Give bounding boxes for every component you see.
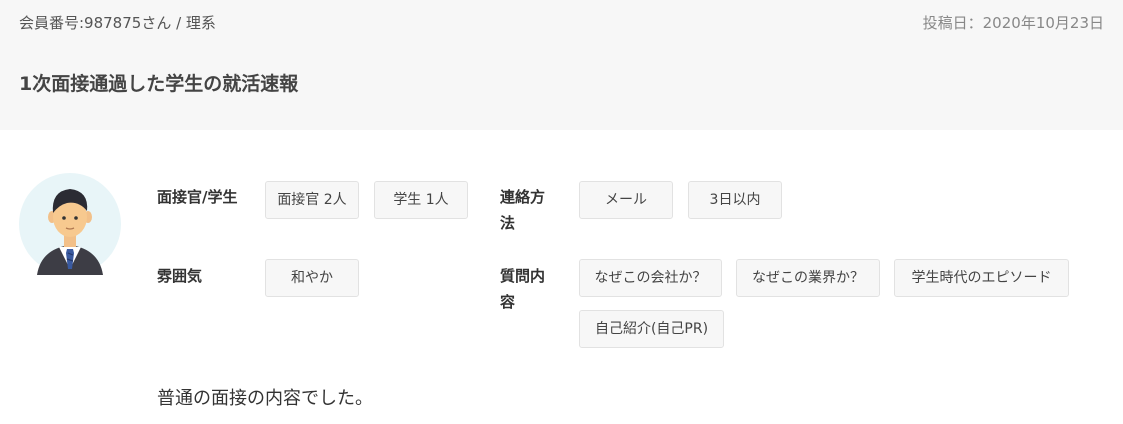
tag-contact-method[interactable]: メール xyxy=(579,181,673,219)
post-header: 会員番号:987875さん / 理系 投稿日：2020年10月23日 1次面接通… xyxy=(0,0,1123,130)
tag-interviewer-count[interactable]: 面接官 2人 xyxy=(265,181,359,219)
interviewer-label: 面接官/学生 xyxy=(157,188,238,206)
tag-question-student-episode[interactable]: 学生時代のエピソード xyxy=(894,259,1069,297)
atmosphere-label: 雰囲気 xyxy=(157,267,203,285)
questions-label-line2: 容 xyxy=(500,293,516,311)
tag-question-self-intro[interactable]: 自己紹介(自己PR) xyxy=(579,310,724,348)
contact-label-line2: 法 xyxy=(500,214,516,232)
posted-date: 投稿日：2020年10月23日 xyxy=(922,14,1104,32)
businessman-avatar-icon xyxy=(19,173,121,275)
tag-student-count[interactable]: 学生 1人 xyxy=(374,181,468,219)
tag-atmosphere[interactable]: 和やか xyxy=(265,259,359,297)
contact-label-line1: 連絡方 xyxy=(500,188,546,206)
post-title: 1次面接通過した学生の就活速報 xyxy=(19,73,299,95)
tag-question-why-company[interactable]: なぜこの会社か？ xyxy=(579,259,722,297)
member-info: 会員番号:987875さん / 理系 xyxy=(19,14,216,32)
tag-contact-timing[interactable]: 3日以内 xyxy=(688,181,782,219)
interview-comment: 普通の面接の内容でした。 xyxy=(157,388,373,409)
questions-label-line1: 質問内 xyxy=(500,267,546,285)
tag-question-why-industry[interactable]: なぜこの業界か？ xyxy=(736,259,880,297)
